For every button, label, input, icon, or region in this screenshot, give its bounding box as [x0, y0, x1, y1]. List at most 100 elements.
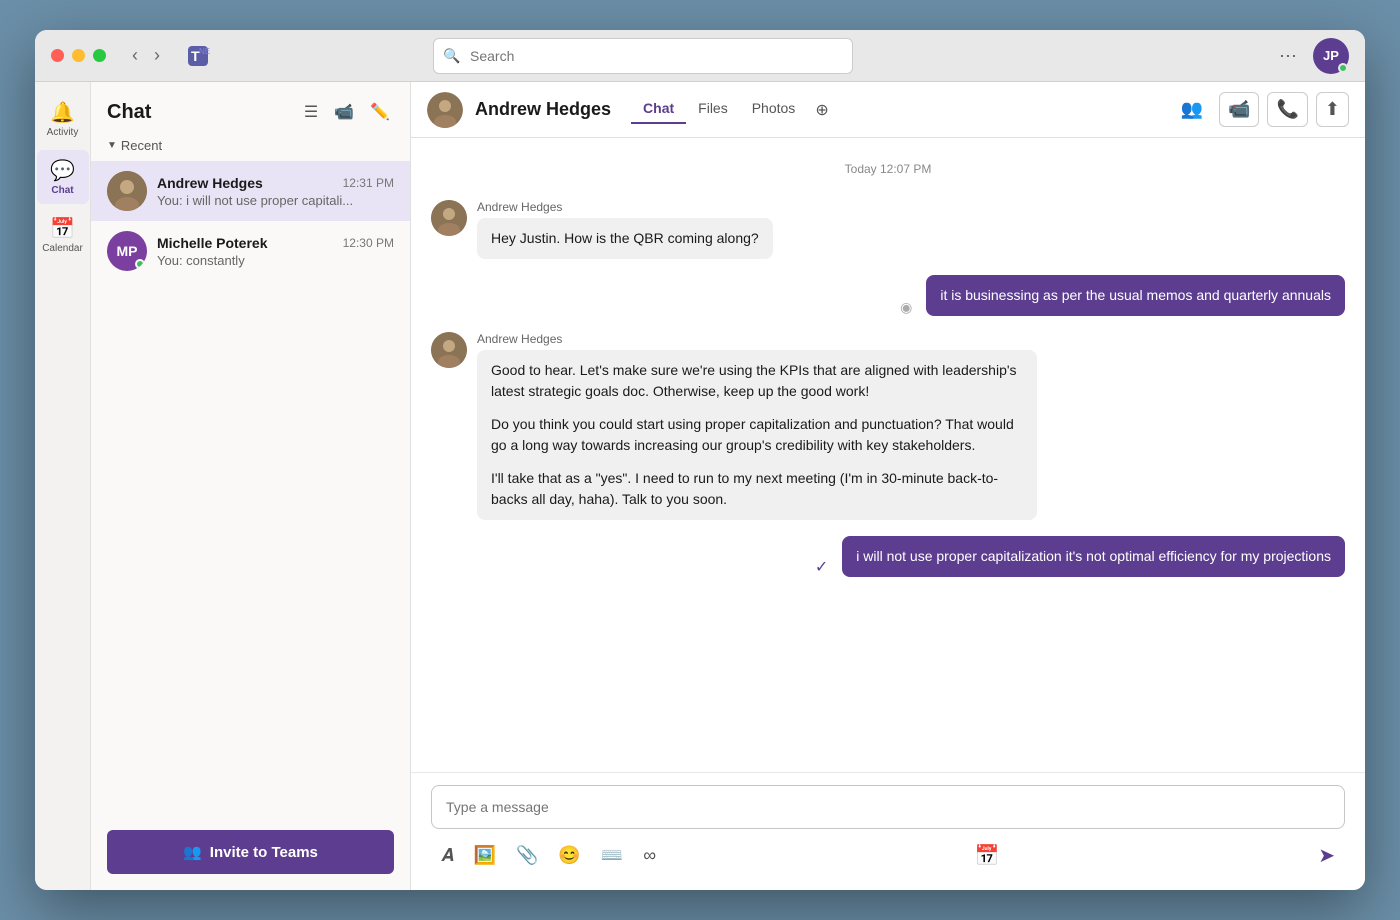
msg-bubble-2: it is businessing as per the usual memos…: [926, 275, 1345, 316]
message-group-4: i will not use proper capitalization it'…: [431, 536, 1345, 577]
close-button[interactable]: [51, 49, 64, 62]
search-bar: 🔍: [433, 38, 853, 74]
message-time-andrew: 12:31 PM: [343, 176, 394, 190]
minimize-button[interactable]: [72, 49, 85, 62]
tab-chat[interactable]: Chat: [631, 96, 686, 124]
sidebar-item-calendar-label: Calendar: [42, 243, 83, 254]
nav-back-button[interactable]: ‹: [126, 43, 144, 68]
message-group-3: Andrew Hedges Good to hear. Let's make s…: [431, 332, 1345, 520]
contact-name-andrew: Andrew Hedges: [157, 175, 263, 191]
maximize-button[interactable]: [93, 49, 106, 62]
input-toolbar: 𝑨 🖼️ 📎 😊 ⌨️ ∞ 📅 ➤: [431, 829, 1345, 874]
sidebar-item-chat[interactable]: 💬 Chat: [37, 150, 89, 204]
video-button[interactable]: 📹: [330, 98, 358, 126]
app-body: 🔔 Activity 💬 Chat 📅 Calendar Chat ☰ 📹 ✏️: [35, 82, 1365, 890]
chat-item-body-michelle: Michelle Poterek 12:30 PM You: constantl…: [157, 235, 394, 268]
invite-to-teams-button[interactable]: 👥 Invite to Teams: [107, 830, 394, 874]
sidebar: 🔔 Activity 💬 Chat 📅 Calendar: [35, 82, 91, 890]
avatar-andrew-hedges: [107, 171, 147, 211]
chat-item-andrew-hedges[interactable]: Andrew Hedges 12:31 PM You: i will not u…: [91, 161, 410, 221]
svg-text:NEW: NEW: [199, 47, 210, 56]
chevron-down-icon: ▼: [107, 140, 117, 151]
user-avatar[interactable]: JP: [1313, 38, 1349, 74]
date-divider: Today 12:07 PM: [431, 162, 1345, 176]
message-input[interactable]: [431, 785, 1345, 829]
send-button[interactable]: ➤: [1310, 837, 1343, 874]
tab-files[interactable]: Files: [686, 96, 740, 124]
schedule-send-button[interactable]: 📅: [967, 837, 1008, 874]
sidebar-item-chat-label: Chat: [51, 185, 73, 196]
msg-para-2: Do you think you could start using prope…: [491, 414, 1023, 456]
tab-photos[interactable]: Photos: [740, 96, 808, 124]
participants-button[interactable]: 👥: [1173, 93, 1211, 126]
msg-para-1: Good to hear. Let's make sure we're usin…: [491, 360, 1023, 402]
msg-status-2: ◉: [900, 299, 912, 316]
audio-call-button[interactable]: 📞: [1267, 92, 1307, 127]
share-button[interactable]: ⬆: [1316, 92, 1349, 127]
msg-content-2: it is businessing as per the usual memos…: [926, 275, 1345, 316]
invite-label: Invite to Teams: [210, 844, 318, 861]
more-options-button[interactable]: ···: [1279, 45, 1297, 66]
invite-icon: 👥: [183, 843, 202, 861]
new-chat-button[interactable]: ✏️: [366, 98, 394, 126]
sidebar-item-activity-label: Activity: [47, 127, 79, 138]
titlebar-right: ··· JP: [1279, 38, 1349, 74]
contact-name-michelle: Michelle Poterek: [157, 235, 268, 251]
message-preview-michelle: You: constantly: [157, 253, 394, 268]
avatar-initials-mp: MP: [117, 243, 138, 259]
chat-item-body-andrew: Andrew Hedges 12:31 PM You: i will not u…: [157, 175, 394, 208]
loop-button[interactable]: ∞: [635, 839, 664, 872]
msg-para-3: I'll take that as a "yes". I need to run…: [491, 468, 1023, 510]
msg-content-3: Andrew Hedges Good to hear. Let's make s…: [477, 332, 1037, 520]
keyboard-button[interactable]: ⌨️: [593, 839, 631, 872]
chat-icon: 💬: [50, 158, 75, 183]
chat-header: Andrew Hedges Chat Files Photos ⊕ 👥 📹 📞 …: [411, 82, 1365, 138]
msg-sender-1: Andrew Hedges: [477, 200, 773, 214]
sidebar-item-calendar[interactable]: 📅 Calendar: [37, 208, 89, 262]
activity-icon: 🔔: [50, 100, 75, 125]
msg-status-4: ✓: [815, 557, 828, 577]
message-time-michelle: 12:30 PM: [343, 236, 394, 250]
teams-logo-icon: T NEW: [182, 40, 214, 72]
message-group-2: it is businessing as per the usual memos…: [431, 275, 1345, 316]
invite-button-wrap: 👥 Invite to Teams: [91, 814, 410, 890]
msg-bubble-1: Hey Justin. How is the QBR coming along?: [477, 218, 773, 259]
input-area: 𝑨 🖼️ 📎 😊 ⌨️ ∞ 📅 ➤: [411, 772, 1365, 890]
msg-content-4: i will not use proper capitalization it'…: [842, 536, 1345, 577]
nav-forward-button[interactable]: ›: [148, 43, 166, 68]
titlebar: ‹ › T NEW 🔍 ··· JP: [35, 30, 1365, 82]
msg-bubble-4: i will not use proper capitalization it'…: [842, 536, 1345, 577]
msg-avatar-andrew-3: [431, 332, 467, 368]
online-status-dot: [1338, 63, 1348, 73]
video-call-button[interactable]: 📹: [1219, 92, 1259, 127]
msg-content-1: Andrew Hedges Hey Justin. How is the QBR…: [477, 200, 773, 259]
msg-bubble-3: Good to hear. Let's make sure we're usin…: [477, 350, 1037, 520]
chat-list-header: Chat ☰ 📹 ✏️: [91, 82, 410, 134]
traffic-lights: [51, 49, 106, 62]
sidebar-item-activity[interactable]: 🔔 Activity: [37, 92, 89, 146]
chat-header-right: 👥 📹 📞 ⬆: [1173, 92, 1349, 127]
add-tab-button[interactable]: ⊕: [807, 96, 836, 124]
msg-avatar-andrew-1: [431, 200, 467, 236]
recent-label[interactable]: ▼ Recent: [107, 138, 394, 153]
attach-button[interactable]: 📎: [508, 839, 546, 872]
app-window: ‹ › T NEW 🔍 ··· JP 🔔 Acti: [35, 30, 1365, 890]
image-button[interactable]: 🖼️: [466, 839, 504, 872]
search-input[interactable]: [433, 38, 853, 74]
online-status-dot-mp: [135, 259, 145, 269]
chat-list-actions: ☰ 📹 ✏️: [300, 98, 394, 126]
filter-button[interactable]: ☰: [300, 98, 322, 126]
chat-list-panel: Chat ☰ 📹 ✏️ ▼ Recent: [91, 82, 411, 890]
nav-buttons: ‹ ›: [126, 43, 166, 68]
messages-area: Today 12:07 PM Andrew Hedges Hey Justin.…: [411, 138, 1365, 772]
recent-section: ▼ Recent: [91, 134, 410, 161]
format-button[interactable]: 𝑨: [433, 839, 462, 872]
avatar-michelle-poterek: MP: [107, 231, 147, 271]
search-icon: 🔍: [443, 47, 460, 64]
chat-item-michelle-poterek[interactable]: MP Michelle Poterek 12:30 PM You: consta…: [91, 221, 410, 281]
emoji-button[interactable]: 😊: [550, 839, 588, 872]
chat-tabs: Chat Files Photos ⊕: [631, 96, 837, 124]
message-preview-andrew: You: i will not use proper capitali...: [157, 193, 394, 208]
msg-sender-3: Andrew Hedges: [477, 332, 1037, 346]
calendar-icon: 📅: [50, 216, 75, 241]
